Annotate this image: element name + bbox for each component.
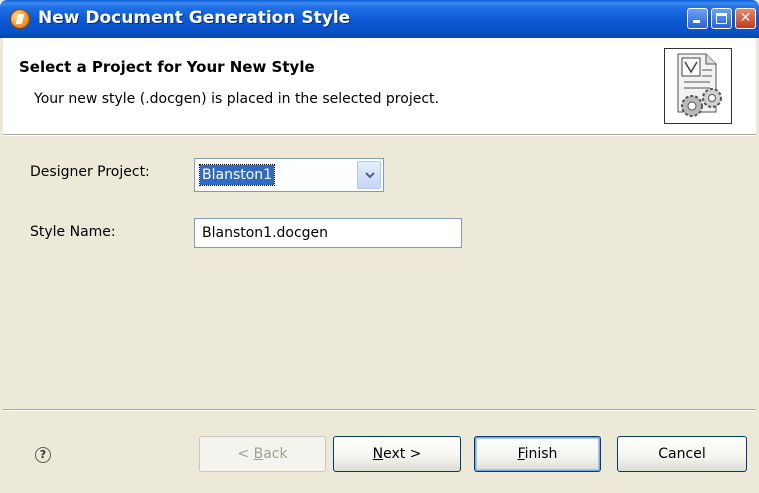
- back-button[interactable]: < Back: [199, 436, 326, 472]
- style-name-field[interactable]: Blanston1.docgen: [194, 218, 462, 248]
- finish-button[interactable]: Finish: [474, 436, 601, 472]
- dropdown-button[interactable]: [357, 161, 381, 189]
- designer-project-combo[interactable]: Blanston1: [194, 158, 384, 192]
- app-globe-icon: [10, 9, 30, 29]
- wizard-header: Select a Project for Your New Style Your…: [3, 38, 756, 134]
- page-title: Select a Project for Your New Style: [19, 58, 315, 76]
- chevron-down-icon: [365, 172, 375, 179]
- page-description: Your new style (.docgen) is placed in th…: [34, 91, 439, 107]
- next-button[interactable]: Next >: [333, 436, 461, 472]
- minimize-button[interactable]: [687, 8, 708, 29]
- window-title: New Document Generation Style: [38, 8, 351, 28]
- style-name-label: Style Name:: [30, 224, 116, 240]
- close-icon: ✕: [739, 10, 752, 26]
- designer-project-value: Blanston1: [198, 164, 276, 186]
- help-icon[interactable]: ?: [35, 447, 51, 463]
- footer-divider-highlight: [3, 410, 756, 411]
- document-gears-icon: [664, 48, 732, 124]
- designer-project-label: Designer Project:: [30, 164, 150, 180]
- cancel-button[interactable]: Cancel: [617, 436, 747, 472]
- maximize-button[interactable]: [711, 8, 732, 29]
- title-bar[interactable]: New Document Generation Style ✕: [0, 0, 759, 38]
- maximize-icon: [716, 13, 727, 24]
- dialog-window: New Document Generation Style ✕ Select a…: [0, 0, 759, 493]
- minimize-icon: [693, 20, 700, 23]
- close-button[interactable]: ✕: [735, 8, 756, 29]
- header-divider-highlight: [3, 135, 756, 136]
